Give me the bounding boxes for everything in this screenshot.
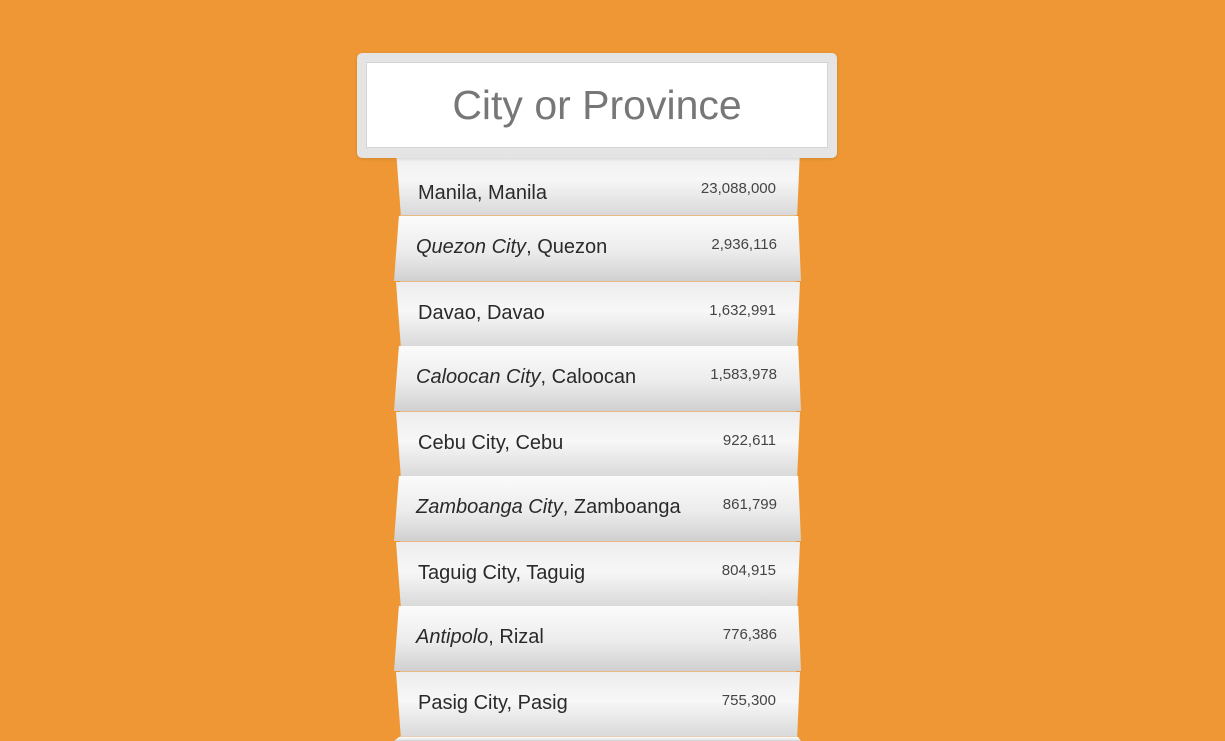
divider xyxy=(400,281,796,282)
list-item-name: Zamboanga City, Zamboanga xyxy=(416,496,681,518)
list-item-population: 1,632,991 xyxy=(709,302,776,319)
list-item-population: 2,936,116 xyxy=(711,236,777,253)
list-item[interactable] xyxy=(394,737,801,741)
list-item-population: 804,915 xyxy=(721,562,776,579)
search-input[interactable] xyxy=(366,62,828,148)
list-item-population: 922,611 xyxy=(722,432,776,449)
list-item-name: Antipolo, Rizal xyxy=(416,626,544,648)
list-item-name: Quezon City, Quezon xyxy=(416,236,608,258)
divider xyxy=(400,736,796,737)
list-item[interactable]: Caloocan City, Caloocan 1,583,978 xyxy=(394,346,801,411)
list-item-name: Taguig City, Taguig xyxy=(418,562,586,584)
list-item[interactable]: Cebu City, Cebu 922,611 xyxy=(396,412,800,477)
divider xyxy=(400,541,796,542)
list-item[interactable]: Quezon City, Quezon 2,936,116 xyxy=(394,216,801,281)
list-item[interactable]: Antipolo, Rizal 776,386 xyxy=(394,606,801,671)
list-item-population: 861,799 xyxy=(722,496,777,513)
divider xyxy=(400,411,796,412)
list-item-name: Pasig City, Pasig xyxy=(418,692,568,714)
list-item-population: 776,386 xyxy=(722,626,777,643)
list-item[interactable]: Taguig City, Taguig 804,915 xyxy=(396,542,800,607)
list-item[interactable]: Davao, Davao 1,632,991 xyxy=(396,282,800,347)
list-item-population: 23,088,000 xyxy=(700,180,776,197)
divider xyxy=(400,671,796,672)
search-container xyxy=(357,53,837,158)
list-item-name: Davao, Davao xyxy=(418,302,545,324)
list-item-population: 1,583,978 xyxy=(710,366,777,383)
list-item[interactable]: Pasig City, Pasig 755,300 xyxy=(396,672,800,737)
divider xyxy=(400,215,796,216)
list-item-name: Manila, Manila xyxy=(418,182,547,204)
list-item-population: 755,300 xyxy=(721,692,776,709)
list-item-name: Caloocan City, Caloocan xyxy=(416,366,637,388)
list-item[interactable]: Manila, Manila 23,088,000 xyxy=(396,150,800,215)
list-item[interactable]: Zamboanga City, Zamboanga 861,799 xyxy=(394,476,801,541)
list-item-name: Cebu City, Cebu xyxy=(418,432,564,454)
